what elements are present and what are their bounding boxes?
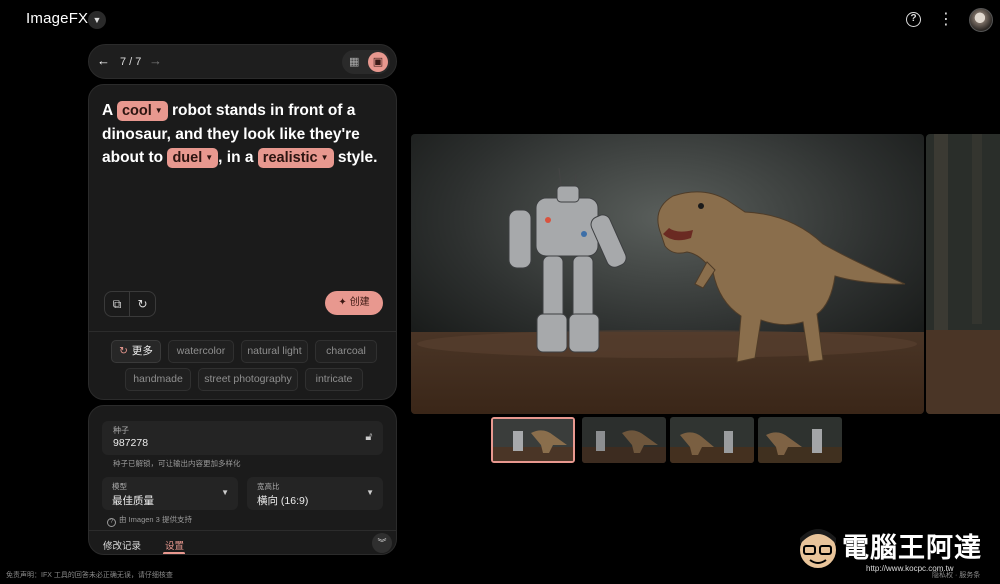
model-label: 模型 — [112, 482, 127, 491]
prompt-chip-label: duel — [172, 150, 203, 166]
active-tab-indicator — [163, 552, 185, 554]
back-arrow-icon[interactable]: ← — [97, 53, 110, 68]
top-bar: ImageFX ▼ ? ⋮ — [0, 0, 1000, 40]
avatar[interactable] — [969, 8, 993, 32]
prompt-text[interactable]: A cool ▼ robot stands in front of a dinos… — [102, 99, 392, 170]
forward-arrow-icon[interactable]: → — [149, 53, 162, 68]
watermark: 電腦王阿達 http://www.kocpc.com.tw — [796, 520, 996, 578]
tag-chip[interactable]: street photography — [198, 368, 298, 391]
tag-chip[interactable]: intricate — [305, 368, 363, 391]
tag-chip[interactable]: watercolor — [168, 340, 234, 363]
generated-image[interactable] — [411, 134, 924, 414]
prompt-text-segment: , in a — [218, 149, 258, 166]
unlock-icon[interactable]: 🔓︎ — [362, 430, 376, 444]
thumbnail-2[interactable] — [582, 417, 666, 463]
chevron-down-icon: ▼ — [154, 106, 163, 115]
settings-card: 种子 987278 🔓︎ 种子已解锁，可让输出内容更加多样化 模型 最佳质量 ▼… — [88, 405, 397, 555]
single-view-icon[interactable]: ▣ — [368, 52, 388, 72]
refresh-icon: ↻ — [119, 345, 128, 357]
prompt-chip-realistic[interactable]: realistic ▼ — [257, 148, 334, 168]
thumbnail-3[interactable] — [670, 417, 754, 463]
aspect-ratio-value: 横向 (16:9) — [257, 495, 309, 507]
seed-hint: 种子已解锁，可让输出内容更加多样化 — [113, 459, 241, 468]
tab-history[interactable]: 修改记录 — [103, 538, 141, 552]
chevron-down-icon: ▼ — [366, 488, 374, 497]
image-counter: 7 / 7 — [120, 56, 142, 68]
prompt-card: A cool ▼ robot stands in front of a dinos… — [88, 84, 397, 400]
tag-chip[interactable]: natural light — [241, 340, 308, 363]
more-tags-button[interactable]: ↻ 更多 — [111, 340, 161, 363]
thumbnail-art — [582, 417, 666, 463]
more-tags-label: 更多 — [131, 345, 153, 357]
divider — [89, 331, 396, 332]
app-menu-chevron-icon[interactable]: ▼ — [88, 11, 106, 29]
info-icon: ? — [107, 518, 116, 527]
prompt-chip-duel[interactable]: duel ▼ — [167, 148, 219, 168]
create-button[interactable]: ✦ 创建 — [325, 291, 383, 315]
prompt-chip-label: realistic — [262, 150, 318, 166]
divider — [89, 530, 396, 531]
prompt-chip-cool[interactable]: cool ▼ — [116, 101, 168, 121]
collapse-chevron-icon[interactable]: ︾ — [372, 533, 392, 553]
create-button-label: 创建 — [349, 297, 370, 308]
chevron-down-icon: ▼ — [221, 488, 229, 497]
model-note: ? 由 Imagen 3 提供支持 — [107, 514, 192, 527]
aspect-ratio-select[interactable]: 宽高比 横向 (16:9) ▼ — [247, 477, 383, 510]
seed-value[interactable]: 987278 — [113, 437, 148, 449]
thumbnail-art — [493, 419, 573, 461]
aspect-ratio-label: 宽高比 — [257, 482, 280, 491]
watermark-url: http://www.kocpc.com.tw — [866, 564, 954, 573]
thumbnail-1[interactable] — [491, 417, 575, 463]
help-icon[interactable]: ? — [906, 12, 921, 27]
mascot-logo — [798, 529, 838, 570]
seed-field[interactable]: 种子 987278 🔓︎ — [102, 421, 383, 455]
model-note-text: 由 Imagen 3 提供支持 — [119, 515, 192, 524]
prompt-text-segment: style. — [333, 149, 378, 166]
image-navigation-bar: ← 7 / 7 → ▦ ▣ — [88, 44, 397, 79]
prompt-text-segment: A — [102, 102, 117, 119]
view-toggle: ▦ ▣ — [342, 50, 390, 74]
app-title[interactable]: ImageFX — [26, 10, 88, 27]
tag-chip[interactable]: charcoal — [315, 340, 377, 363]
thumbnail-4[interactable] — [758, 417, 842, 463]
grid-view-icon[interactable]: ▦ — [349, 56, 361, 68]
tab-settings[interactable]: 设置 — [165, 538, 184, 552]
generated-image-art — [411, 134, 924, 414]
thumbnail-art — [758, 417, 842, 463]
thumbnail-art — [670, 417, 754, 463]
model-value: 最佳质量 — [112, 495, 154, 507]
model-select[interactable]: 模型 最佳质量 ▼ — [102, 477, 238, 510]
more-vert-icon[interactable]: ⋮ — [938, 10, 954, 30]
reset-icon[interactable]: ↻ — [130, 291, 156, 317]
seed-label: 种子 — [113, 426, 129, 435]
disclaimer: 免责声明：IFX 工具的回答未必正确无误，请仔细核查 — [6, 572, 173, 579]
next-image-preview[interactable] — [926, 134, 1000, 414]
next-image-art — [926, 134, 1000, 414]
tag-chip[interactable]: handmade — [125, 368, 191, 391]
watermark-text: 電腦王阿達 — [842, 533, 982, 564]
chevron-down-icon: ▼ — [205, 153, 214, 162]
chevron-down-icon: ▼ — [320, 153, 329, 162]
copy-icon[interactable]: ⧉ — [104, 291, 130, 317]
prompt-chip-label: cool — [121, 103, 152, 119]
